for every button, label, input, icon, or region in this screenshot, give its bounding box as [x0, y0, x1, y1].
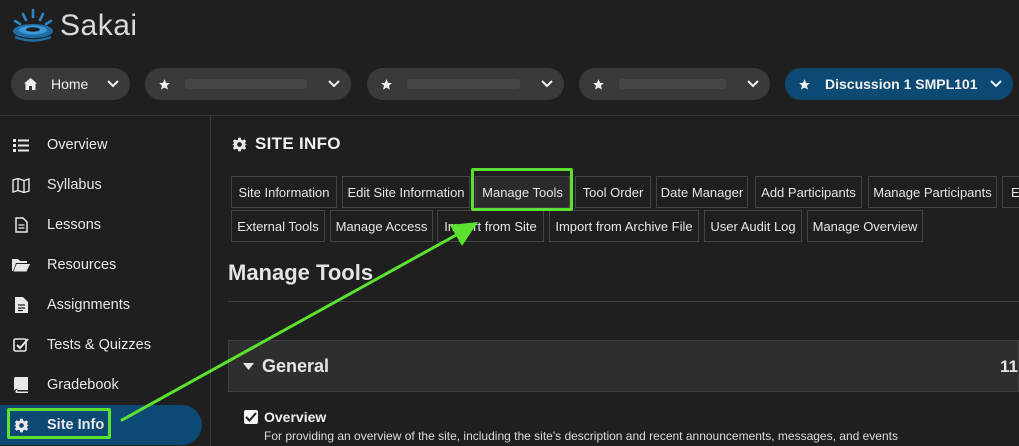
section-title: SITE INFO — [232, 134, 341, 154]
logo-text: Sakai — [60, 9, 138, 42]
sidebar-item-lessons[interactable]: Lessons — [0, 205, 210, 245]
annotation-highlight-site-info — [7, 408, 111, 439]
nav-site-current[interactable]: Discussion 1 SMPL101 — [785, 68, 1013, 100]
document-icon — [12, 216, 30, 234]
list-icon — [12, 136, 30, 154]
tab-external-tools[interactable]: External Tools — [231, 210, 325, 242]
gear-icon — [232, 137, 247, 151]
nav-home-label: Home — [51, 76, 89, 92]
chevron-down-icon[interactable] — [327, 77, 341, 91]
home-icon — [23, 77, 37, 91]
tab-user-audit-log[interactable]: User Audit Log — [704, 210, 802, 242]
sidebar-item-label: Assignments — [47, 297, 131, 313]
star-icon — [379, 77, 393, 91]
sidebar-item-label: Resources — [47, 257, 117, 273]
tool-sidebar: Overview Syllabus Lessons Resources Assi… — [0, 125, 210, 445]
sidebar-item-label: Gradebook — [47, 377, 119, 393]
redacted-site-name — [407, 79, 520, 89]
folder-open-icon — [12, 256, 30, 274]
general-tool-count: 11 — [1000, 357, 1018, 376]
star-icon — [797, 77, 811, 91]
chevron-down-icon[interactable] — [106, 77, 120, 91]
tab-manage-overview[interactable]: Manage Overview — [807, 210, 923, 242]
sidebar-item-label: Overview — [47, 137, 108, 153]
caret-down-icon — [243, 363, 254, 370]
tab-manage-access[interactable]: Manage Access — [330, 210, 433, 242]
sidebar-item-syllabus[interactable]: Syllabus — [0, 165, 210, 205]
check-square-icon — [12, 336, 30, 354]
nav-site-current-label: Discussion 1 SMPL101 — [825, 76, 978, 92]
chevron-down-icon[interactable] — [989, 77, 1003, 91]
star-icon — [591, 77, 605, 91]
tab-manage-participants[interactable]: Manage Participants — [868, 176, 997, 208]
tab-date-manager[interactable]: Date Manager — [656, 176, 748, 208]
tab-site-information[interactable]: Site Information — [231, 176, 337, 208]
general-category-header[interactable]: General 11 — [228, 340, 1019, 392]
title-divider — [228, 301, 1019, 302]
tab-import-from-archive-file[interactable]: Import from Archive File — [549, 210, 699, 242]
sidebar-item-resources[interactable]: Resources — [0, 245, 210, 285]
tab-add-participants[interactable]: Add Participants — [755, 176, 862, 208]
nav-site-favorite-3[interactable] — [579, 68, 770, 100]
general-category-text: General — [262, 356, 330, 376]
sakai-logo-icon — [13, 8, 53, 42]
tool-overview-checkbox[interactable] — [244, 410, 258, 424]
annotation-highlight-manage-tools — [471, 168, 573, 211]
nav-home[interactable]: Home — [11, 68, 130, 100]
sakai-logo[interactable]: Sakai — [10, 6, 138, 46]
tab-import-from-site[interactable]: Import from Site — [437, 210, 544, 242]
sidebar-item-overview[interactable]: Overview — [0, 125, 210, 165]
main-content: SITE INFO Site Information Edit Site Inf… — [228, 116, 1019, 446]
sidebar-item-tests-quizzes[interactable]: Tests & Quizzes — [0, 325, 210, 365]
sidebar-item-label: Tests & Quizzes — [47, 337, 151, 353]
sidebar-item-label: Syllabus — [47, 177, 102, 193]
tool-description: For providing an overview of the site, i… — [264, 429, 898, 443]
star-icon — [157, 77, 171, 91]
sidebar-item-label: Lessons — [47, 217, 102, 233]
sidebar-item-gradebook[interactable]: Gradebook — [0, 365, 210, 405]
redacted-site-name — [619, 79, 726, 89]
tab-tool-order[interactable]: Tool Order — [575, 176, 651, 208]
sidebar-divider — [210, 116, 211, 446]
chevron-down-icon[interactable] — [540, 77, 554, 91]
general-category-label: General — [243, 356, 329, 377]
file-text-icon — [12, 296, 30, 314]
sidebar-item-assignments[interactable]: Assignments — [0, 285, 210, 325]
map-icon — [12, 176, 30, 194]
tool-name: Overview — [264, 409, 327, 425]
book-icon — [12, 376, 30, 394]
page-title: Manage Tools — [228, 260, 374, 285]
sakai-page: Sakai Home Discussion 1 SMPL101 Overview… — [0, 0, 1019, 446]
tab-edit-site-information[interactable]: Edit Site Information — [342, 176, 470, 208]
nav-site-favorite-1[interactable] — [145, 68, 351, 100]
checkmark-icon — [245, 412, 257, 422]
redacted-site-name — [185, 79, 307, 89]
section-title-text: SITE INFO — [255, 134, 341, 153]
chevron-down-icon[interactable] — [746, 77, 760, 91]
nav-site-favorite-2[interactable] — [367, 68, 564, 100]
tab-edit-truncated[interactable]: Ed — [1002, 176, 1019, 208]
